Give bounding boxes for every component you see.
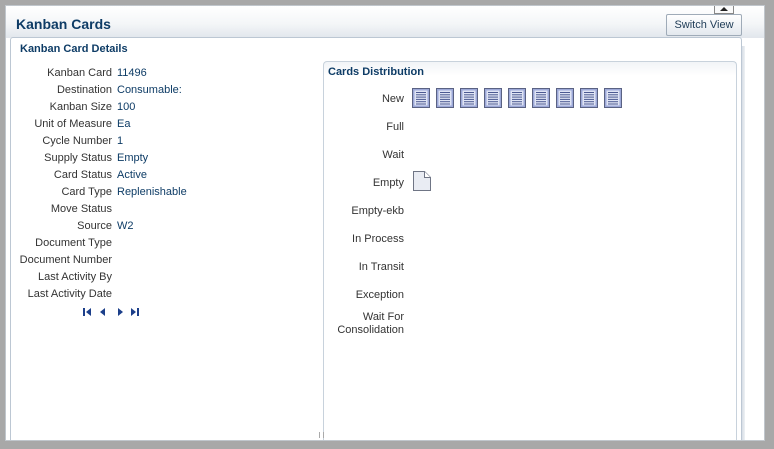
cards-distribution-panel bbox=[323, 61, 737, 440]
source-label: Source bbox=[77, 220, 112, 232]
card-type-value: Replenishable bbox=[117, 186, 187, 198]
status-label-empty: Empty bbox=[372, 177, 404, 189]
document-number-label: Document Number bbox=[19, 254, 112, 266]
status-label-full: Full bbox=[386, 121, 404, 133]
status-label-new: New bbox=[381, 93, 404, 105]
status-label-empty-ekb: Empty-ekb bbox=[351, 205, 404, 217]
details-panel-title: Kanban Card Details bbox=[20, 43, 128, 55]
last-activity-date-label: Last Activity Date bbox=[27, 288, 112, 300]
status-label-exception: Exception bbox=[355, 289, 404, 301]
card-status-label: Card Status bbox=[53, 169, 112, 181]
unit-of-measure-value: Ea bbox=[117, 118, 131, 130]
switch-view-button[interactable]: Switch View bbox=[666, 14, 742, 36]
status-label-in-process: In Process bbox=[352, 233, 404, 245]
previous-record-icon[interactable] bbox=[98, 307, 108, 317]
first-record-icon[interactable] bbox=[82, 307, 92, 317]
kanban-cards-window: Kanban Cards Switch View Kanban Card Det… bbox=[5, 5, 765, 441]
status-label-wait: Wait bbox=[382, 149, 404, 161]
move-status-label: Move Status bbox=[50, 203, 112, 215]
destination-value: Consumable: bbox=[117, 84, 182, 96]
card-type-label: Card Type bbox=[61, 186, 112, 198]
next-record-icon[interactable] bbox=[115, 307, 125, 317]
document-type-label: Document Type bbox=[35, 237, 112, 249]
kanban-card-list-icon[interactable] bbox=[508, 88, 526, 108]
status-label-in-transit: In Transit bbox=[358, 261, 404, 273]
kanban-card-list-icon[interactable] bbox=[436, 88, 454, 108]
status-label-wait-for: Wait For bbox=[362, 311, 404, 323]
splitter-handle[interactable] bbox=[319, 432, 324, 438]
kanban-card-label: Kanban Card bbox=[47, 67, 112, 79]
unit-of-measure-label: Unit of Measure bbox=[34, 118, 112, 130]
status-label-consolidation: Consolidation bbox=[337, 324, 404, 336]
cycle-number-label: Cycle Number bbox=[42, 135, 112, 147]
kanban-card-list-icon[interactable] bbox=[412, 88, 430, 108]
supply-status-label: Supply Status bbox=[44, 152, 112, 164]
scroll-up-arrow-icon[interactable] bbox=[714, 6, 734, 14]
panel-edge bbox=[742, 46, 745, 440]
supply-status-value: Empty bbox=[117, 152, 149, 164]
kanban-card-value: 11496 bbox=[117, 67, 147, 79]
kanban-size-value: 100 bbox=[117, 101, 136, 113]
cards-distribution-title: Cards Distribution bbox=[328, 66, 424, 78]
kanban-size-label: Kanban Size bbox=[49, 101, 112, 113]
kanban-card-list-icon[interactable] bbox=[460, 88, 478, 108]
last-record-icon[interactable] bbox=[130, 307, 140, 317]
kanban-card-list-icon[interactable] bbox=[532, 88, 550, 108]
header-band bbox=[6, 6, 764, 38]
blank-document-icon[interactable] bbox=[412, 170, 432, 192]
cycle-number-value: 1 bbox=[117, 135, 124, 147]
last-activity-by-label: Last Activity By bbox=[38, 271, 112, 283]
destination-label: Destination bbox=[56, 84, 112, 96]
card-status-value: Active bbox=[117, 169, 147, 181]
kanban-card-list-icon[interactable] bbox=[604, 88, 622, 108]
kanban-card-list-icon[interactable] bbox=[556, 88, 574, 108]
kanban-card-list-icon[interactable] bbox=[580, 88, 598, 108]
kanban-card-list-icon[interactable] bbox=[484, 88, 502, 108]
page-title: Kanban Cards bbox=[16, 16, 111, 32]
source-value: W2 bbox=[117, 220, 134, 232]
